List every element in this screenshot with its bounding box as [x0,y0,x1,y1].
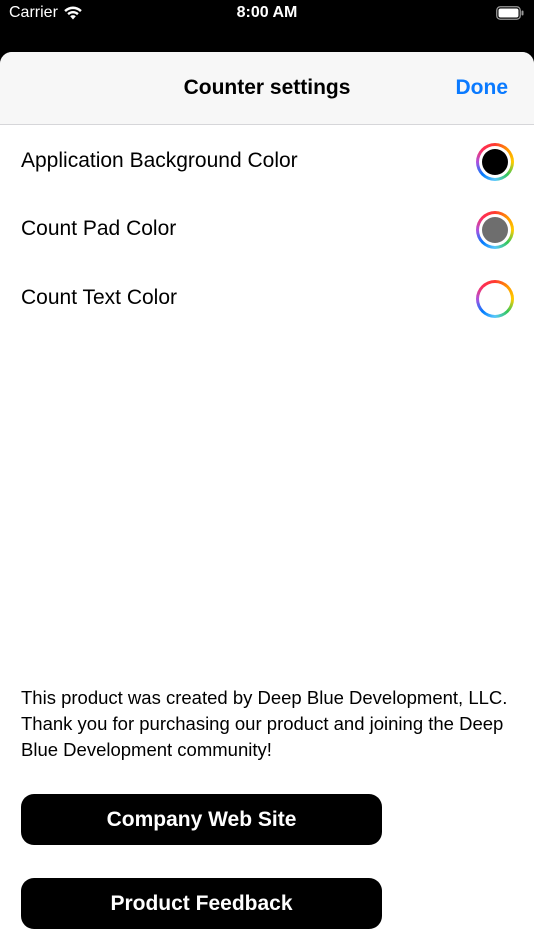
setting-row-count-text-color[interactable]: Count Text Color [0,270,534,330]
setting-label: Count Text Color [21,286,178,309]
color-swatch [482,217,508,243]
setting-row-count-pad-color[interactable]: Count Pad Color [0,201,534,261]
setting-label: Count Pad Color [21,217,177,240]
done-button[interactable]: Done [456,76,509,100]
setting-label: Application Background Color [21,149,298,172]
color-well-count-text[interactable] [476,280,514,318]
about-text: This product was created by Deep Blue De… [21,687,508,760]
company-web-site-button[interactable]: Company Web Site [21,794,382,845]
status-time: 8:00 AM [236,4,298,21]
color-well-application-background[interactable] [476,143,514,181]
product-feedback-button[interactable]: Product Feedback [21,878,382,929]
battery-icon [496,6,524,20]
color-swatch [482,286,508,312]
navigation-bar: Counter settings Done [0,52,534,125]
color-well-count-pad[interactable] [476,211,514,249]
page-title: Counter settings [183,76,351,99]
setting-row-application-background-color[interactable]: Application Background Color [0,133,534,193]
status-bar: Carrier 8:00 AM [0,0,534,30]
settings-sheet: Counter settings Done Application Backgr… [0,52,534,950]
color-swatch [482,149,508,175]
